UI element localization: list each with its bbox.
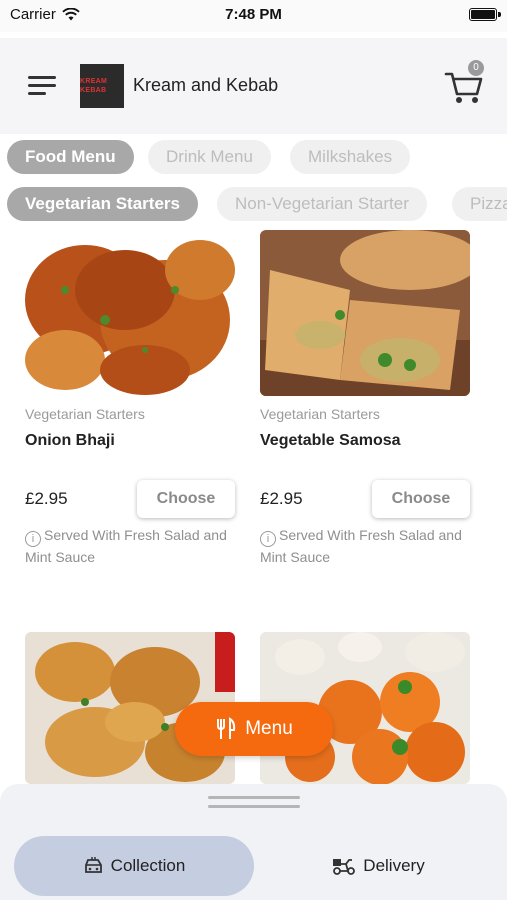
collection-label: Collection — [110, 856, 186, 875]
product-description: i Served With Fresh Salad and Mint Sauce — [25, 525, 240, 568]
collection-icon — [84, 857, 102, 873]
hamburger-menu-icon[interactable] — [28, 76, 58, 98]
logo-text: KREAM KEBAB — [80, 78, 108, 94]
status-bar: Carrier 7:48 PM — [0, 0, 507, 32]
clock: 7:48 PM — [225, 6, 282, 23]
cart-count-badge: 0 — [468, 60, 484, 76]
tab-non-vegetarian-starter[interactable]: Non-Vegetarian Starter — [217, 187, 427, 221]
shop-name: Kream and Kebab — [133, 75, 279, 95]
shop-logo: KREAM KEBAB — [80, 64, 124, 108]
choose-button[interactable]: Choose — [372, 480, 470, 518]
product-price: £2.95 — [25, 489, 68, 508]
battery-icon — [469, 8, 501, 21]
app-header: KREAM KEBAB Kream and Kebab 0 — [0, 38, 507, 134]
product-image[interactable] — [260, 230, 470, 396]
product-description: i Served With Fresh Salad and Mint Sauce — [260, 525, 475, 568]
order-type-sheet: Collection Delivery — [0, 784, 507, 900]
info-icon: i — [25, 531, 41, 547]
cart-button[interactable]: 0 — [444, 60, 486, 108]
delivery-label: Delivery — [363, 856, 425, 875]
product-image[interactable] — [25, 230, 235, 396]
collection-button[interactable]: Collection — [14, 836, 254, 896]
description-text: Served With Fresh Salad and Mint Sauce — [25, 527, 227, 565]
menu-button[interactable]: Menu — [175, 702, 333, 756]
tab-food-menu[interactable]: Food Menu — [7, 140, 134, 174]
sheet-drag-handle[interactable] — [208, 796, 300, 810]
tab-drink-menu[interactable]: Drink Menu — [148, 140, 271, 174]
tab-milkshakes[interactable]: Milkshakes — [290, 140, 411, 174]
product-card[interactable]: Vegetarian Starters Vegetable Samosa £2.… — [260, 230, 472, 565]
menu-tabs: Food Menu Drink Menu Milkshakes — [0, 138, 507, 178]
tab-pizza[interactable]: Pizza — [452, 187, 507, 221]
product-name: Vegetable Samosa — [260, 432, 401, 449]
delivery-button[interactable]: Delivery — [262, 836, 494, 896]
category-tabs: Vegetarian Starters Non-Vegetarian Start… — [0, 185, 507, 225]
tab-vegetarian-starters[interactable]: Vegetarian Starters — [7, 187, 198, 221]
delivery-scooter-icon — [333, 859, 356, 875]
menu-button-label: Menu — [245, 718, 293, 739]
product-price: £2.95 — [260, 489, 303, 508]
info-icon: i — [260, 531, 276, 547]
product-card[interactable]: Vegetarian Starters Onion Bhaji £2.95 Ch… — [25, 230, 237, 565]
product-name: Onion Bhaji — [25, 432, 115, 449]
product-category: Vegetarian Starters — [25, 406, 145, 422]
choose-button[interactable]: Choose — [137, 480, 235, 518]
fork-knife-icon — [217, 717, 236, 739]
description-text: Served With Fresh Salad and Mint Sauce — [260, 527, 462, 565]
product-category: Vegetarian Starters — [260, 406, 380, 422]
